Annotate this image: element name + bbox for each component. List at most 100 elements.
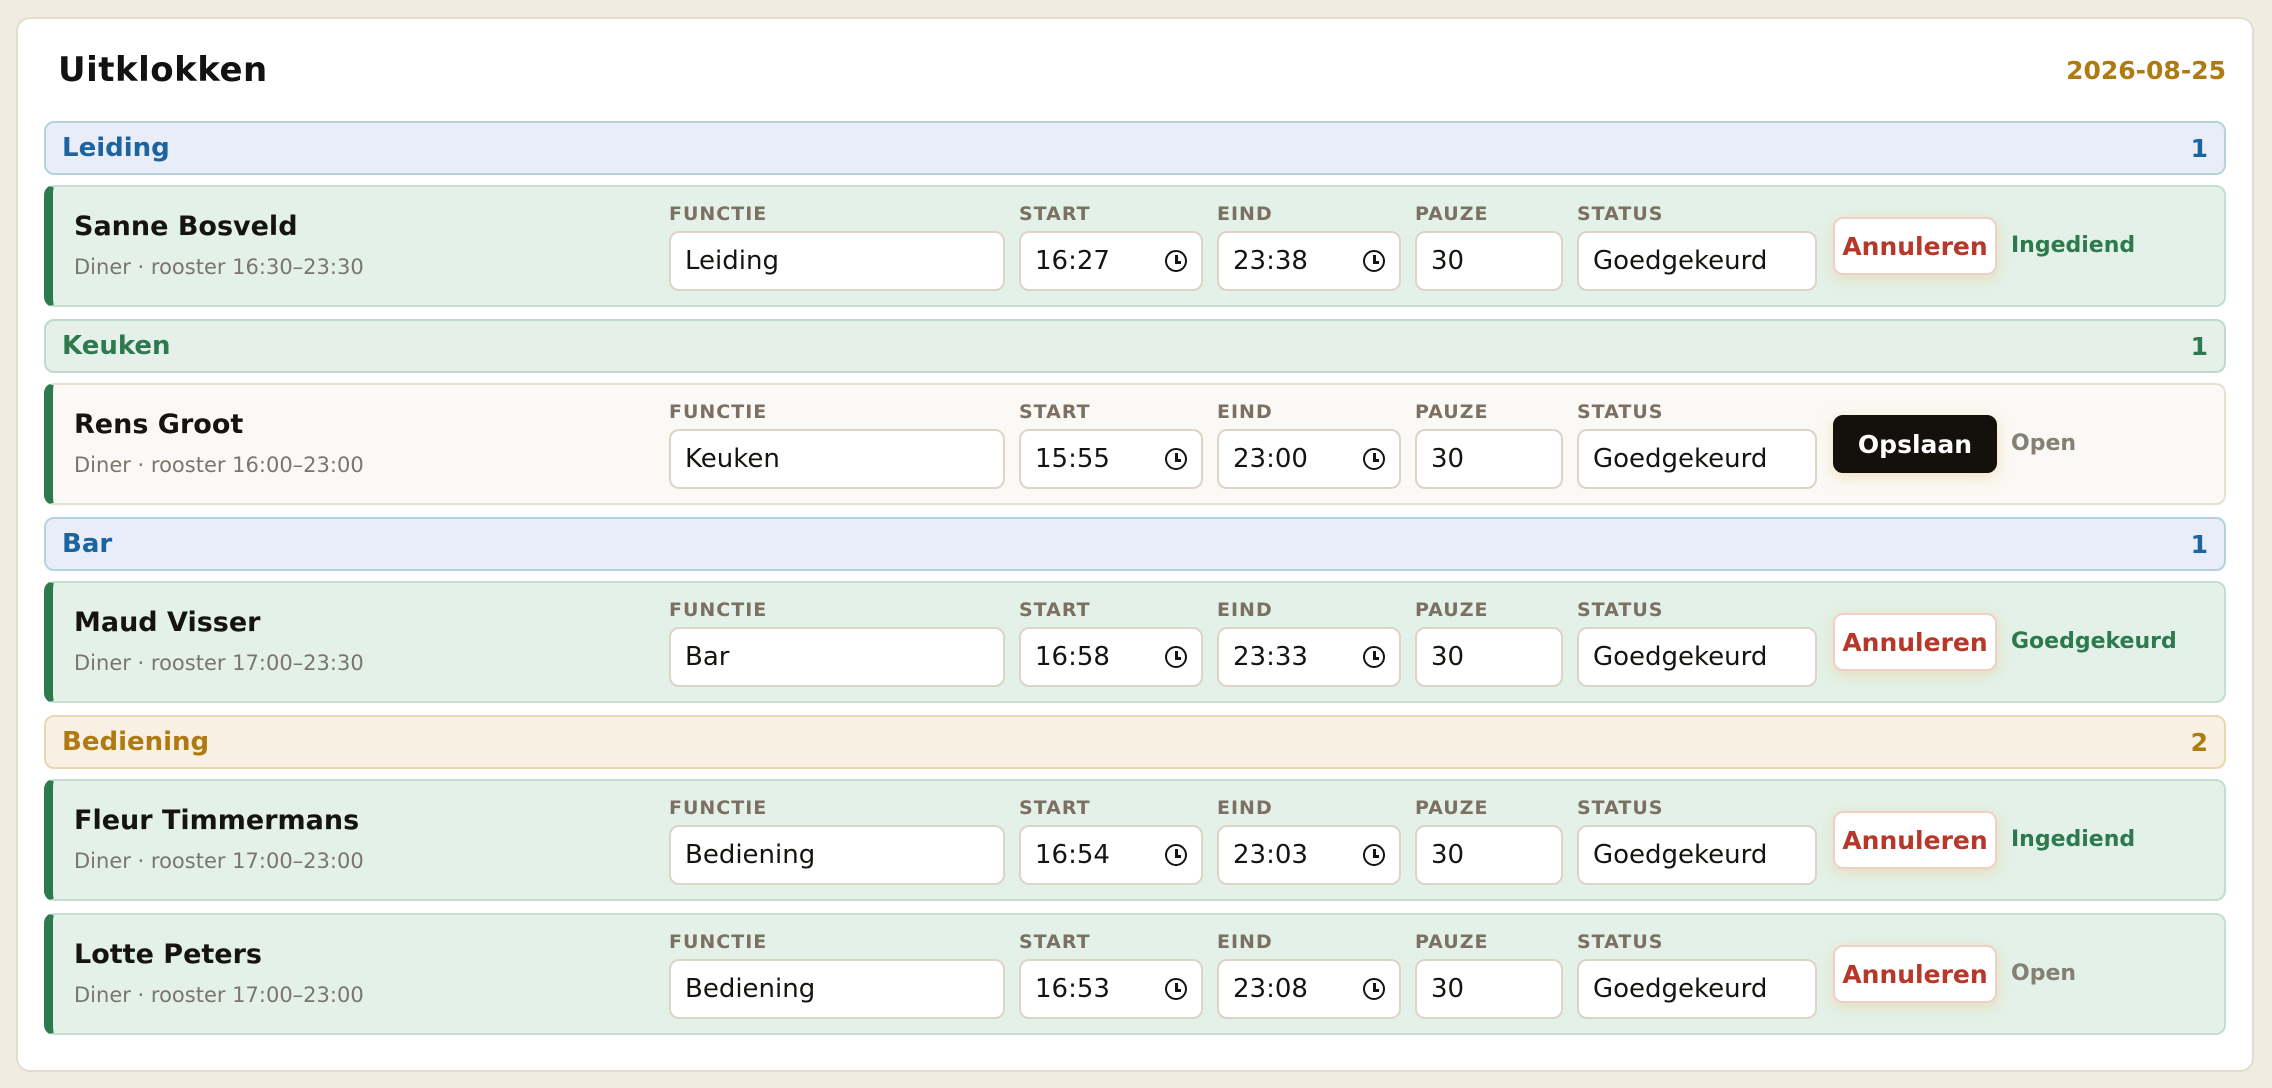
- pause-input[interactable]: 30: [1415, 959, 1563, 1019]
- status-select[interactable]: Goedgekeurd: [1577, 429, 1817, 489]
- clock-icon[interactable]: [1165, 978, 1187, 1000]
- start-field: START 16:53: [1019, 931, 1203, 1019]
- pauze-field: PAUZE 30: [1415, 203, 1563, 291]
- pauze-field: PAUZE 30: [1415, 931, 1563, 1019]
- group-header-leiding: Leiding 1: [44, 121, 2226, 175]
- pauze-label: PAUZE: [1415, 401, 1489, 423]
- status-select[interactable]: Goedgekeurd: [1577, 627, 1817, 687]
- status-label: STATUS: [1577, 599, 1664, 621]
- group-count: 1: [2190, 331, 2208, 361]
- start-value: 16:27: [1035, 246, 1110, 276]
- functie-value: Keuken: [685, 444, 780, 474]
- eind-field: EIND 23:33: [1217, 599, 1401, 687]
- employee-name: Fleur Timmermans: [74, 805, 360, 836]
- end-time-input[interactable]: 23:00: [1217, 429, 1401, 489]
- clock-icon[interactable]: [1165, 844, 1187, 866]
- status-select[interactable]: Goedgekeurd: [1577, 825, 1817, 885]
- start-time-input[interactable]: 16:54: [1019, 825, 1203, 885]
- start-label: START: [1019, 931, 1091, 953]
- cancel-button[interactable]: Annuleren: [1833, 945, 1997, 1003]
- save-button[interactable]: Opslaan: [1833, 415, 1997, 473]
- submission-state: Open: [2011, 961, 2077, 986]
- functie-field: FUNCTIE Bar: [669, 599, 1005, 687]
- clock-icon[interactable]: [1165, 250, 1187, 272]
- start-label: START: [1019, 599, 1091, 621]
- employee-name: Sanne Bosveld: [74, 211, 298, 242]
- clock-icon[interactable]: [1363, 448, 1385, 470]
- status-value: Goedgekeurd: [1593, 840, 1768, 870]
- start-field: START 16:27: [1019, 203, 1203, 291]
- pauze-field: PAUZE 30: [1415, 401, 1563, 489]
- pause-input[interactable]: 30: [1415, 825, 1563, 885]
- pause-input[interactable]: 30: [1415, 627, 1563, 687]
- start-field: START 15:55: [1019, 401, 1203, 489]
- pause-input[interactable]: 30: [1415, 429, 1563, 489]
- start-label: START: [1019, 401, 1091, 423]
- start-time-input[interactable]: 15:55: [1019, 429, 1203, 489]
- functie-input[interactable]: Bediening: [669, 825, 1005, 885]
- shift-row: Maud Visser Diner · rooster 17:00–23:30 …: [44, 581, 2226, 703]
- clock-icon[interactable]: [1165, 646, 1187, 668]
- group-count: 1: [2190, 529, 2208, 559]
- functie-input[interactable]: Keuken: [669, 429, 1005, 489]
- submission-state: Open: [2011, 431, 2077, 456]
- start-time-input[interactable]: 16:53: [1019, 959, 1203, 1019]
- pauze-label: PAUZE: [1415, 797, 1489, 819]
- start-label: START: [1019, 203, 1091, 225]
- eind-label: EIND: [1217, 797, 1273, 819]
- end-time-input[interactable]: 23:03: [1217, 825, 1401, 885]
- clock-icon[interactable]: [1363, 844, 1385, 866]
- functie-input[interactable]: Leiding: [669, 231, 1005, 291]
- pause-value: 30: [1431, 840, 1465, 870]
- start-value: 16:58: [1035, 642, 1110, 672]
- shift-schedule: Diner · rooster 17:00–23:00: [74, 849, 364, 873]
- clock-icon[interactable]: [1363, 978, 1385, 1000]
- functie-input[interactable]: Bar: [669, 627, 1005, 687]
- functie-value: Bediening: [685, 974, 816, 1004]
- start-time-input[interactable]: 16:27: [1019, 231, 1203, 291]
- status-field: STATUS Goedgekeurd: [1577, 203, 1817, 291]
- end-time-input[interactable]: 23:33: [1217, 627, 1401, 687]
- group-count: 2: [2190, 727, 2208, 757]
- pauze-label: PAUZE: [1415, 931, 1489, 953]
- cancel-button[interactable]: Annuleren: [1833, 217, 1997, 275]
- functie-value: Leiding: [685, 246, 779, 276]
- status-select[interactable]: Goedgekeurd: [1577, 959, 1817, 1019]
- pauze-field: PAUZE 30: [1415, 797, 1563, 885]
- shift-row: Fleur Timmermans Diner · rooster 17:00–2…: [44, 779, 2226, 901]
- status-select[interactable]: Goedgekeurd: [1577, 231, 1817, 291]
- clock-icon[interactable]: [1363, 646, 1385, 668]
- eind-field: EIND 23:38: [1217, 203, 1401, 291]
- pause-value: 30: [1431, 974, 1465, 1004]
- pause-input[interactable]: 30: [1415, 231, 1563, 291]
- cancel-button[interactable]: Annuleren: [1833, 613, 1997, 671]
- clock-icon[interactable]: [1165, 448, 1187, 470]
- end-time-input[interactable]: 23:08: [1217, 959, 1401, 1019]
- group-header-bar: Bar 1: [44, 517, 2226, 571]
- page-header: Uitklokken 2026-08-25: [44, 19, 2226, 121]
- start-time-input[interactable]: 16:58: [1019, 627, 1203, 687]
- status-value: Goedgekeurd: [1593, 974, 1768, 1004]
- functie-field: FUNCTIE Leiding: [669, 203, 1005, 291]
- eind-field: EIND 23:03: [1217, 797, 1401, 885]
- pauze-label: PAUZE: [1415, 203, 1489, 225]
- eind-field: EIND 23:00: [1217, 401, 1401, 489]
- status-value: Goedgekeurd: [1593, 642, 1768, 672]
- start-value: 16:54: [1035, 840, 1110, 870]
- group-name: Bediening: [62, 727, 210, 757]
- status-label: STATUS: [1577, 401, 1664, 423]
- start-value: 15:55: [1035, 444, 1110, 474]
- end-value: 23:33: [1233, 642, 1308, 672]
- status-field: STATUS Goedgekeurd: [1577, 797, 1817, 885]
- functie-input[interactable]: Bediening: [669, 959, 1005, 1019]
- functie-field: FUNCTIE Bediening: [669, 797, 1005, 885]
- pause-value: 30: [1431, 642, 1465, 672]
- pauze-label: PAUZE: [1415, 599, 1489, 621]
- pause-value: 30: [1431, 246, 1465, 276]
- submission-state: Ingediend: [2011, 233, 2136, 258]
- group-header-bediening: Bediening 2: [44, 715, 2226, 769]
- end-time-input[interactable]: 23:38: [1217, 231, 1401, 291]
- status-label: STATUS: [1577, 931, 1664, 953]
- cancel-button[interactable]: Annuleren: [1833, 811, 1997, 869]
- clock-icon[interactable]: [1363, 250, 1385, 272]
